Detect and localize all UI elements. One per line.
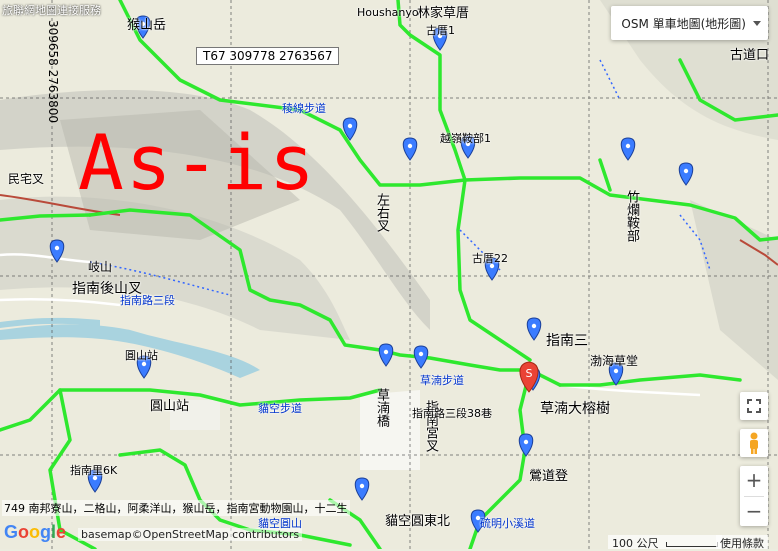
place-label: 指南三 — [546, 333, 588, 349]
place-label: 草湳步道 — [420, 374, 464, 387]
copyright-link[interactable]: basemap©OpenStreetMap contributors — [78, 528, 303, 541]
marker-dot — [383, 349, 389, 355]
marker-dot — [54, 245, 60, 251]
place-label: 古道口 — [730, 48, 770, 63]
place-label: 猴山岳 — [127, 18, 167, 33]
place-label: 渤海草堂 — [590, 354, 639, 368]
vertical-coordinate: 309658 2763800 — [46, 20, 60, 124]
start-marker-label: S — [526, 367, 533, 380]
google-logo: Google — [4, 522, 67, 542]
place-label: 古厝1 — [426, 24, 455, 37]
place-label: 民宅叉 — [8, 172, 45, 186]
top-note: 旅聯網地圖連接服務 — [2, 4, 101, 17]
zoom-control: + − — [740, 466, 768, 526]
marker-dot — [407, 143, 413, 149]
zoom-out-button[interactable]: − — [740, 497, 768, 526]
place-label: Houshanyo — [357, 6, 419, 19]
fullscreen-button[interactable] — [740, 392, 768, 420]
marker-dot — [347, 123, 353, 129]
place-label: 古厝22 — [472, 252, 508, 265]
chevron-down-icon — [753, 21, 761, 26]
place-label: 稜線步道 — [282, 102, 326, 115]
zoom-in-button[interactable]: + — [740, 466, 768, 495]
marker-dot — [683, 168, 689, 174]
scale-bar: 100 公尺 — [608, 535, 722, 550]
watermark: As-is — [78, 118, 317, 207]
place-label: 貓空圓東北 — [385, 514, 451, 529]
place-label: 鶯道登 — [529, 469, 569, 484]
scale-label: 100 公尺 — [612, 537, 659, 550]
marker-dot — [359, 483, 365, 489]
place-label: 圓山站 — [125, 349, 158, 362]
place-label: 岐山 — [88, 260, 113, 274]
marker-dot — [531, 323, 537, 329]
fullscreen-icon — [747, 399, 761, 413]
place-label: 貓空步道 — [258, 402, 302, 415]
place-label: 指南路三段 — [120, 294, 175, 307]
place-label: 指南路三段38巷 — [412, 407, 492, 420]
pegman-button[interactable] — [740, 429, 768, 457]
place-label: 竹爛鞍部 — [624, 190, 639, 242]
marker-dot — [418, 351, 424, 357]
place-label: 圓山站 — [150, 399, 190, 414]
place-label: 越嶺鞍部1 — [440, 132, 491, 145]
place-label: 左右叉 — [374, 193, 389, 232]
marker-dot — [625, 143, 631, 149]
place-label: 林家草厝 — [417, 6, 470, 21]
place-label: 指南里6K — [70, 464, 118, 477]
bottom-note: 749 南邦寮山，二格山，阿柔洋山，猴山岳，指南宮動物園山，十二生 — [2, 500, 350, 516]
coordinate-box: T67 309778 2763567 — [196, 47, 340, 65]
pegman-icon — [750, 432, 758, 454]
map-type-select[interactable]: OSM 單車地圖(地形圖) — [611, 6, 768, 40]
place-label: 硫明小溪道 — [480, 517, 535, 530]
scale-line — [666, 541, 718, 547]
marker-dot — [613, 368, 619, 374]
place-label: 草湳大榕樹 — [540, 401, 610, 417]
place-label: 草湳橋 — [374, 388, 389, 427]
terms-link[interactable]: 使用條款 — [716, 535, 768, 550]
map-type-label: OSM 單車地圖(地形圖) — [621, 16, 746, 31]
marker-dot — [523, 439, 529, 445]
